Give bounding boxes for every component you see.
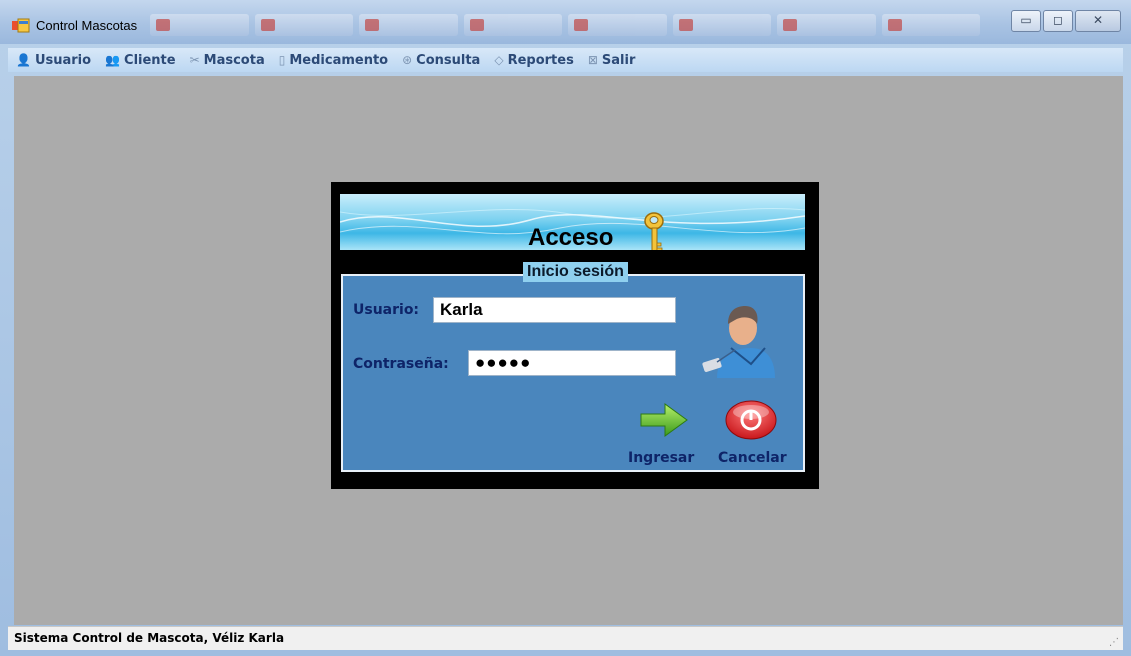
menu-item-medicamento[interactable]: ▯ Medicamento [279,53,388,68]
menu-item-usuario[interactable]: 👤 Usuario [16,53,91,68]
menu-item-cliente[interactable]: 👥 Cliente [105,53,176,68]
close-button[interactable]: ✕ [1075,10,1121,32]
background-tab [777,14,876,36]
menu-item-label: Cliente [124,52,176,68]
status-text: Sistema Control de Mascota, Véliz Karla [14,631,285,645]
cancel-power-icon[interactable] [724,398,778,442]
menu-item-label: Salir [601,52,636,68]
application-window: Control Mascotas ▭ ◻ ✕ 👤 Usuario 👥 Clien… [0,0,1131,656]
background-tab [359,14,458,36]
medicine-icon: ▯ [278,53,286,67]
report-icon: ◇ [494,53,504,67]
minimize-button[interactable]: ▭ [1011,10,1041,32]
background-tab [150,14,249,36]
menu-item-label: Medicamento [289,52,389,68]
user-avatar-icon [702,306,775,378]
minimize-icon: ▭ [1020,13,1032,27]
password-field[interactable]: ●●●●● [468,350,676,376]
login-arrow-icon[interactable] [639,400,689,440]
close-icon: ✕ [1092,13,1104,27]
key-icon [644,212,664,250]
group-title: Inicio sesión [523,262,628,282]
login-dialog: Acceso Inicio sesión Usuario: Karla Cont… [331,182,819,489]
pet-icon: ✂ [189,53,200,67]
menu-item-label: Reportes [507,52,574,68]
password-label: Contraseña: [353,356,449,372]
background-tabs [150,14,980,38]
window-controls: ▭ ◻ ✕ [1011,10,1121,32]
menu-item-label: Usuario [34,52,92,68]
menu-item-label: Mascota [203,52,265,68]
cancel-button[interactable]: Cancelar [718,450,787,466]
consult-icon: ⊛ [402,53,413,67]
banner-title: Acceso [528,224,614,250]
maximize-button[interactable]: ◻ [1043,10,1073,32]
background-tab [568,14,667,36]
title-bar[interactable]: Control Mascotas ▭ ◻ ✕ [0,0,1131,44]
menu-item-salir[interactable]: ⊠ Salir [588,53,636,68]
background-tab [881,14,980,36]
background-tab [254,14,353,36]
status-bar: Sistema Control de Mascota, Véliz Karla … [8,626,1123,650]
background-tab [672,14,771,36]
access-banner: Acceso [340,194,805,250]
people-icon: 👥 [105,53,121,67]
username-label: Usuario: [353,302,420,318]
menu-item-mascota[interactable]: ✂ Mascota [190,53,265,68]
exit-icon: ⊠ [587,53,598,67]
app-icon [12,18,30,33]
user-icon: 👤 [16,53,31,67]
window-title: Control Mascotas [36,18,138,33]
background-tab [463,14,562,36]
menu-item-reportes[interactable]: ◇ Reportes [494,53,573,68]
resize-grip-icon[interactable]: ⋰ [1109,637,1119,648]
menu-bar: 👤 Usuario 👥 Cliente ✂ Mascota ▯ Medicame… [8,48,1123,72]
login-group: Inicio sesión Usuario: Karla Contraseña:… [341,262,805,472]
maximize-icon: ◻ [1053,13,1063,27]
username-field[interactable]: Karla [433,297,676,323]
menu-item-consulta[interactable]: ⊛ Consulta [402,53,480,68]
login-button[interactable]: Ingresar [628,450,694,466]
menu-item-label: Consulta [416,52,481,68]
